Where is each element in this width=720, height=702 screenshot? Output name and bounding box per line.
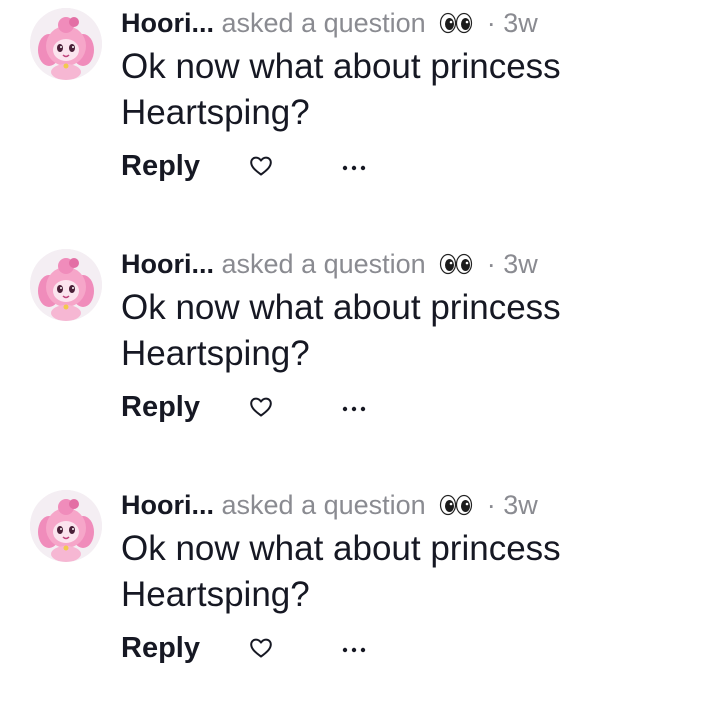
heart-outline-icon[interactable]	[249, 154, 273, 178]
comment-action: asked a question	[221, 490, 426, 520]
comment-meta: Hoori... asked a question · 3w	[121, 245, 538, 283]
heart-outline-icon[interactable]	[249, 395, 273, 419]
heart-outline-icon[interactable]	[249, 636, 273, 660]
more-dots-icon[interactable]	[341, 397, 367, 417]
comment-actions: Reply	[121, 628, 421, 668]
avatar-character-image	[30, 8, 102, 80]
comment-item: Hoori... asked a question · 3w Ok now wh…	[0, 482, 720, 702]
comment-text: Ok now what about princess Heartsping?	[121, 288, 561, 373]
username[interactable]: Hoori...	[121, 8, 214, 38]
more-dots-icon[interactable]	[341, 156, 367, 176]
separator-dot: ·	[486, 490, 496, 520]
avatar[interactable]	[30, 490, 102, 562]
comment-item: Hoori... asked a question · 3w Ok now wh…	[0, 241, 720, 461]
avatar[interactable]	[30, 8, 102, 80]
separator-dot: ·	[486, 249, 496, 279]
avatar-character-image	[30, 249, 102, 321]
reply-button[interactable]: Reply	[121, 146, 200, 186]
comment-text: Ok now what about princess Heartsping?	[121, 47, 561, 132]
comment-meta: Hoori... asked a question · 3w	[121, 4, 538, 42]
reply-button[interactable]: Reply	[121, 628, 200, 668]
comment-meta: Hoori... asked a question · 3w	[121, 486, 538, 524]
avatar-character-image	[30, 490, 102, 562]
username[interactable]: Hoori...	[121, 490, 214, 520]
username[interactable]: Hoori...	[121, 249, 214, 279]
comment-action: asked a question	[221, 249, 426, 279]
timestamp: 3w	[503, 490, 538, 520]
comment-actions: Reply	[121, 387, 421, 427]
comment-action: asked a question	[221, 8, 426, 38]
more-dots-icon[interactable]	[341, 638, 367, 658]
reply-button[interactable]: Reply	[121, 387, 200, 427]
comment-actions: Reply	[121, 146, 421, 186]
comment-item: Hoori... asked a question · 3w Ok now wh…	[0, 0, 720, 220]
timestamp: 3w	[503, 8, 538, 38]
eyes-emoji-icon	[439, 247, 473, 285]
eyes-emoji-icon	[439, 6, 473, 44]
separator-dot: ·	[486, 8, 496, 38]
avatar[interactable]	[30, 249, 102, 321]
comment-text: Ok now what about princess Heartsping?	[121, 529, 561, 614]
timestamp: 3w	[503, 249, 538, 279]
eyes-emoji-icon	[439, 488, 473, 526]
